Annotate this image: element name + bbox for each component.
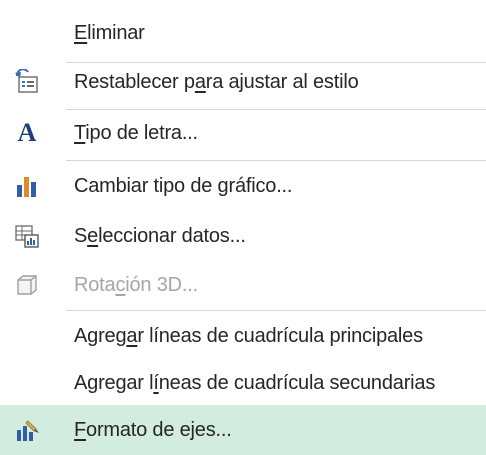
menu-item-add-minor-gridlines[interactable]: Agregar líneas de cuadrícula secundarias (0, 358, 486, 408)
menu-item-add-major-gridlines-label: Agregar líneas de cuadrícula principales (74, 324, 423, 347)
menu-item-change-chart-type-label: Cambiar tipo de gráfico... (74, 174, 293, 197)
menu-item-format-axis[interactable]: Formato de ejes... (0, 405, 486, 455)
menu-item-font-label: Tipo de letra... (74, 121, 198, 144)
menu-item-add-major-gridlines[interactable]: Agregar líneas de cuadrícula principales (0, 311, 486, 361)
reset-style-icon (14, 69, 40, 95)
select-data-icon (14, 223, 40, 249)
context-menu: Eliminar Restablecer para ajustar al est… (0, 0, 486, 455)
3d-rotation-icon (14, 272, 40, 298)
menu-item-select-data-label: Seleccionar datos... (74, 224, 246, 247)
menu-item-reset-style[interactable]: Restablecer para ajustar al estilo (0, 57, 486, 107)
menu-item-change-chart-type[interactable]: Cambiar tipo de gráfico... (0, 161, 486, 211)
menu-item-add-minor-gridlines-label: Agregar líneas de cuadrícula secundarias (74, 371, 436, 394)
menu-item-select-data[interactable]: Seleccionar datos... (0, 211, 486, 261)
font-icon: A (14, 118, 40, 147)
menu-item-3d-rotation: Rotación 3D... (0, 260, 486, 310)
format-axis-icon (14, 417, 40, 443)
font-icon-glyph: A (17, 118, 37, 147)
menu-item-format-axis-label: Formato de ejes... (74, 418, 232, 441)
menu-item-delete[interactable]: Eliminar (0, 8, 486, 58)
menu-item-3d-rotation-label: Rotación 3D... (74, 273, 198, 296)
menu-item-delete-label: Eliminar (74, 21, 145, 44)
menu-item-reset-style-label: Restablecer para ajustar al estilo (74, 70, 359, 93)
chart-type-icon (14, 173, 40, 199)
menu-item-font[interactable]: A Tipo de letra... (0, 108, 486, 158)
